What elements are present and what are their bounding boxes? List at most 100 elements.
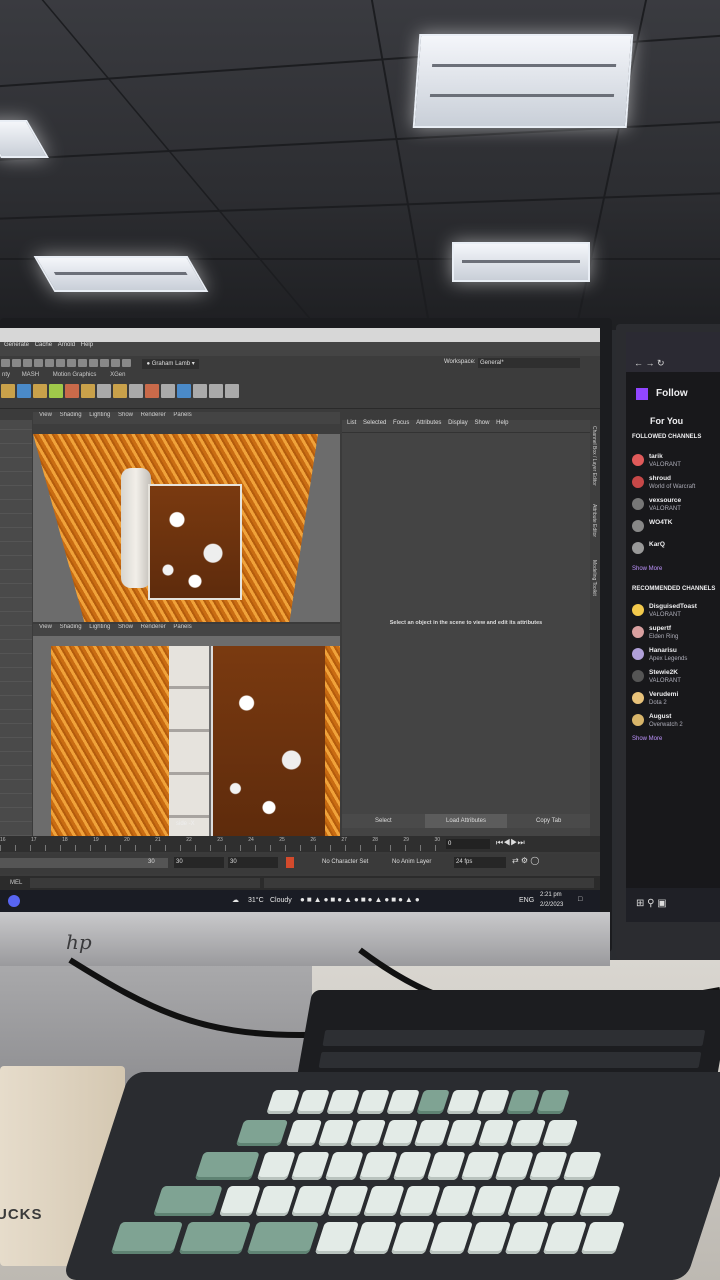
shelf-icon[interactable] <box>1 384 15 398</box>
keycap[interactable] <box>536 1090 570 1114</box>
keycap[interactable] <box>528 1152 568 1180</box>
followed-channel[interactable]: vexsource VALORANT <box>632 496 720 516</box>
tray-icons[interactable]: ●■▲●■●▲●■●▲●■●▲● <box>300 895 422 904</box>
keycap[interactable] <box>435 1186 477 1216</box>
shelf-icon[interactable] <box>81 384 95 398</box>
clock-time[interactable]: 2:21 pm <box>540 892 562 898</box>
for-you-heading[interactable]: For You <box>650 416 683 426</box>
side-tab-attribute-editor[interactable]: Attribute Editor <box>591 504 597 537</box>
keycap[interactable] <box>477 1120 515 1146</box>
attr-menu-item[interactable]: Help <box>496 420 508 426</box>
weather-temp[interactable]: 31°C <box>248 897 264 904</box>
twitch-logo-icon[interactable] <box>636 388 648 400</box>
keycap[interactable] <box>356 1090 390 1114</box>
perspective-viewport[interactable]: View Shading Lighting Show Renderer Pane… <box>33 412 340 622</box>
keycap[interactable] <box>466 1222 512 1254</box>
keycap[interactable] <box>110 1222 184 1254</box>
followed-channel[interactable]: WO4TK <box>632 518 720 538</box>
tool-icon[interactable] <box>67 359 76 367</box>
clock-date[interactable]: 2/2/2023 <box>540 902 563 908</box>
attr-menu-item[interactable]: Display <box>448 420 468 426</box>
keycap[interactable] <box>255 1186 297 1216</box>
followed-channel[interactable]: tarik VALORANT <box>632 452 720 472</box>
show-more-link[interactable]: Show More <box>632 736 662 742</box>
keycap[interactable] <box>290 1152 330 1180</box>
keycap[interactable] <box>352 1222 398 1254</box>
recommended-channel[interactable]: supertf Elden Ring <box>632 624 720 644</box>
keycap[interactable] <box>296 1090 330 1114</box>
viewport-menu-item[interactable]: Lighting <box>89 624 110 630</box>
anim-layer-select[interactable]: No Anim Layer <box>392 859 431 865</box>
shelf-icon[interactable] <box>209 384 223 398</box>
keycap[interactable] <box>235 1120 289 1146</box>
keycap[interactable] <box>326 1090 360 1114</box>
side-tab-modeling-toolkit[interactable]: Modeling Toolkit <box>591 560 597 596</box>
keycap[interactable] <box>314 1222 360 1254</box>
tool-icon[interactable] <box>12 359 21 367</box>
attr-menu-item[interactable]: Focus <box>393 420 409 426</box>
keycap[interactable] <box>327 1186 369 1216</box>
viewport-menu-item[interactable]: Shading <box>60 412 82 418</box>
mel-input[interactable] <box>30 878 260 888</box>
shelf-tab[interactable]: MASH <box>22 372 39 378</box>
keycap[interactable] <box>219 1186 261 1216</box>
keycap[interactable] <box>285 1120 323 1146</box>
keycap[interactable] <box>476 1090 510 1114</box>
viewport-menu-item[interactable]: Lighting <box>89 412 110 418</box>
keycap[interactable] <box>509 1120 547 1146</box>
keycap[interactable] <box>317 1120 355 1146</box>
range-bar[interactable] <box>0 858 168 868</box>
tool-icon[interactable] <box>78 359 87 367</box>
keycap[interactable] <box>541 1120 579 1146</box>
playback-options-icon[interactable]: ⇄ ⚙ ◯ <box>512 856 539 865</box>
keycap[interactable] <box>390 1222 436 1254</box>
keycap[interactable] <box>426 1152 466 1180</box>
current-frame-field[interactable]: 0 <box>446 839 490 849</box>
recommended-channel[interactable]: Verudemi Dota 2 <box>632 690 720 710</box>
attr-menu-item[interactable]: List <box>347 420 356 426</box>
tool-icon[interactable] <box>111 359 120 367</box>
tool-icon[interactable] <box>122 359 131 367</box>
user-dropdown[interactable]: ● Graham Lamb ▾ <box>142 359 199 369</box>
keycap[interactable] <box>579 1186 621 1216</box>
shelf-icon[interactable] <box>97 384 111 398</box>
keycap[interactable] <box>386 1090 420 1114</box>
recommended-channel[interactable]: DisguisedToast VALORANT <box>632 602 720 622</box>
keycap[interactable] <box>363 1186 405 1216</box>
viewport-menu-item[interactable]: Show <box>118 412 133 418</box>
keycap[interactable] <box>246 1222 320 1254</box>
side-viewport[interactable]: View Shading Lighting Show Renderer Pane… <box>33 624 340 836</box>
shelf-icon[interactable] <box>177 384 191 398</box>
shelf-icon[interactable] <box>129 384 143 398</box>
tool-icon[interactable] <box>1 359 10 367</box>
copy-tab-button[interactable]: Copy Tab <box>507 814 591 828</box>
viewport-menu-item[interactable]: Renderer <box>141 624 166 630</box>
keycap[interactable] <box>399 1186 441 1216</box>
recommended-channel[interactable]: August Overwatch 2 <box>632 712 720 732</box>
keycap[interactable] <box>506 1090 540 1114</box>
tool-icon[interactable] <box>45 359 54 367</box>
keycap[interactable] <box>460 1152 500 1180</box>
tool-icon[interactable] <box>89 359 98 367</box>
start-icon[interactable]: ⊞ ⚲ ▣ <box>636 898 667 909</box>
discord-icon[interactable] <box>8 895 20 907</box>
tool-icon[interactable] <box>23 359 32 367</box>
shelf-tab[interactable]: XGen <box>110 372 125 378</box>
attr-menu-item[interactable]: Attributes <box>416 420 441 426</box>
show-more-link[interactable]: Show More <box>632 566 662 572</box>
key-row[interactable] <box>322 1030 706 1046</box>
followed-channel[interactable]: shroud World of Warcraft <box>632 474 720 494</box>
shelf-tab[interactable]: nty <box>2 372 10 378</box>
viewport-menu-item[interactable]: Panels <box>173 412 191 418</box>
notification-icon[interactable]: □ <box>578 896 582 903</box>
playback-controls-icon[interactable]: ⏮◀▶⏭ <box>496 838 525 848</box>
weather-text[interactable]: Cloudy <box>270 897 292 904</box>
tool-icon[interactable] <box>100 359 109 367</box>
keycap[interactable] <box>413 1120 451 1146</box>
keycap[interactable] <box>562 1152 602 1180</box>
menu-item[interactable]: Generate <box>4 342 29 348</box>
tool-icon[interactable] <box>34 359 43 367</box>
playback-end-field[interactable]: 30 <box>228 857 278 868</box>
viewport-menu-item[interactable]: Renderer <box>141 412 166 418</box>
select-button[interactable]: Select <box>342 814 425 828</box>
